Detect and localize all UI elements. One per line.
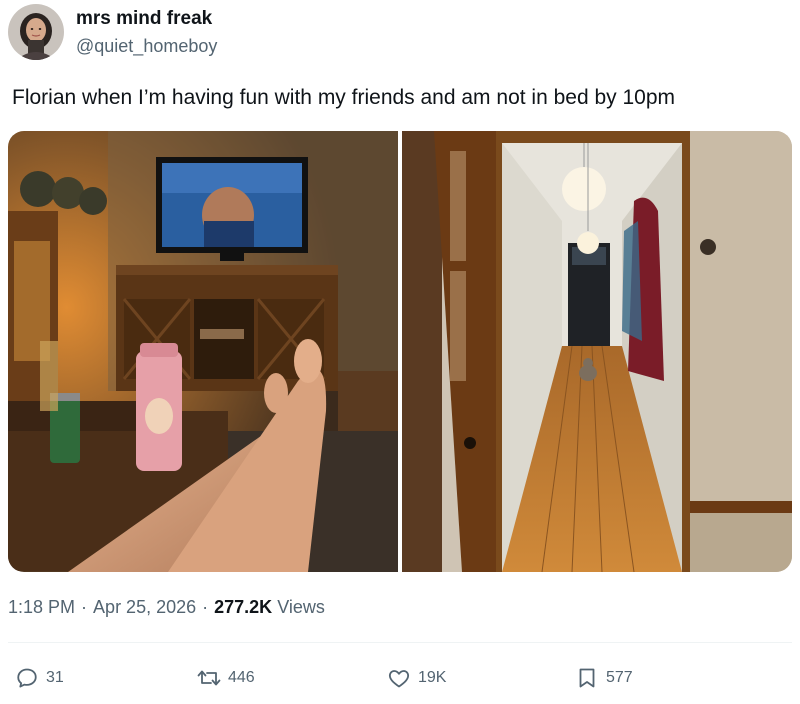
living-room-image <box>8 131 398 572</box>
like-button[interactable]: 19K <box>386 664 446 692</box>
avatar-image <box>8 4 64 60</box>
user-handle[interactable]: @quiet_homeboy <box>76 36 217 57</box>
tweet-text: Florian when I’m having fun with my frie… <box>12 86 676 109</box>
repost-count: 446 <box>228 669 255 686</box>
reply-icon <box>14 665 40 691</box>
like-count: 19K <box>418 669 447 686</box>
tweet: mrs mind freak @quiet_homeboy Florian wh… <box>0 0 800 704</box>
photo-living-room[interactable] <box>8 131 398 572</box>
hallway-image <box>402 131 792 572</box>
separator-dot: · <box>81 597 88 617</box>
views-label: Views <box>277 597 325 617</box>
tweet-date[interactable]: Apr 25, 2026 <box>93 597 196 617</box>
reply-button[interactable]: 31 <box>14 664 64 692</box>
tweet-meta: 1:18 PM · Apr 25, 2026 · 277.2K Views <box>8 597 325 618</box>
divider <box>8 642 792 643</box>
views-count[interactable]: 277.2K <box>214 597 272 617</box>
heart-icon <box>386 665 412 691</box>
separator-dot: · <box>202 597 209 617</box>
display-name[interactable]: mrs mind freak <box>76 8 212 30</box>
photo-hallway[interactable] <box>402 131 792 572</box>
avatar[interactable] <box>8 4 64 60</box>
media-grid <box>8 131 792 572</box>
bookmark-icon <box>574 665 600 691</box>
repost-button[interactable]: 446 <box>196 664 255 692</box>
tweet-time[interactable]: 1:18 PM <box>8 597 75 617</box>
bookmark-count: 577 <box>606 669 633 686</box>
repost-icon <box>196 665 222 691</box>
bookmark-button[interactable]: 577 <box>574 664 633 692</box>
reply-count: 31 <box>46 669 64 686</box>
